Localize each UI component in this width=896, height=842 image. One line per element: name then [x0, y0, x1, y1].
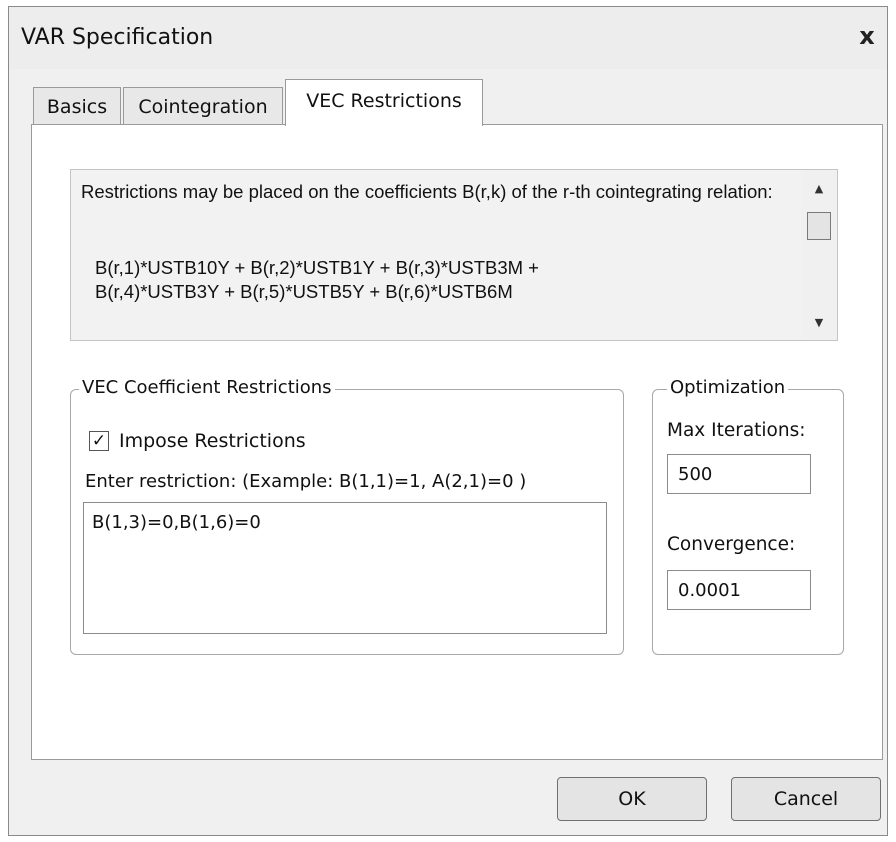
vec-coefficient-restrictions-group: VEC Coefficient Restrictions ✓ Impose Re… [70, 377, 624, 655]
tab-vec-restrictions[interactable]: VEC Restrictions [285, 79, 483, 126]
close-icon[interactable]: x [853, 21, 881, 51]
impose-restrictions-checkbox[interactable]: ✓ [89, 431, 109, 451]
title-bar: VAR Specification x [9, 7, 887, 69]
vec-restrictions-legend: VEC Coefficient Restrictions [79, 377, 335, 398]
scroll-down-icon[interactable]: ▼ [801, 308, 837, 338]
optimization-legend: Optimization [667, 377, 789, 398]
restriction-input[interactable] [83, 502, 607, 634]
impose-restrictions-label[interactable]: Impose Restrictions [119, 428, 306, 454]
info-scrollbar[interactable]: ▲ ▼ [801, 170, 837, 340]
cancel-button[interactable]: Cancel [731, 777, 881, 821]
ok-button[interactable]: OK [557, 777, 707, 821]
max-iterations-input[interactable] [667, 454, 811, 494]
formula-line-1: B(r,1)*USTB10Y + B(r,2)*USTB1Y + B(r,3)*… [95, 257, 539, 278]
convergence-label: Convergence: [667, 534, 796, 555]
info-text-box: Restrictions may be placed on the coeffi… [70, 169, 838, 341]
convergence-input[interactable] [667, 570, 811, 610]
window-title: VAR Specification [21, 25, 214, 50]
scroll-up-icon[interactable]: ▲ [801, 174, 837, 204]
formula-line-2: B(r,4)*USTB3Y + B(r,5)*USTB5Y + B(r,6)*U… [95, 281, 513, 302]
var-specification-dialog: VAR Specification x Basics Cointegration… [8, 6, 888, 836]
tab-panel-vec-restrictions: Restrictions may be placed on the coeffi… [31, 124, 883, 760]
scroll-thumb[interactable] [807, 212, 831, 240]
tab-basics[interactable]: Basics [33, 87, 121, 125]
tab-cointegration[interactable]: Cointegration [123, 87, 283, 125]
info-formula: B(r,1)*USTB10Y + B(r,2)*USTB1Y + B(r,3)*… [95, 256, 795, 304]
optimization-group: Optimization Max Iterations: Convergence… [652, 377, 844, 655]
info-description: Restrictions may be placed on the coeffi… [81, 181, 773, 202]
restriction-hint-label: Enter restriction: (Example: B(1,1)=1, A… [85, 471, 527, 492]
max-iterations-label: Max Iterations: [667, 420, 806, 441]
